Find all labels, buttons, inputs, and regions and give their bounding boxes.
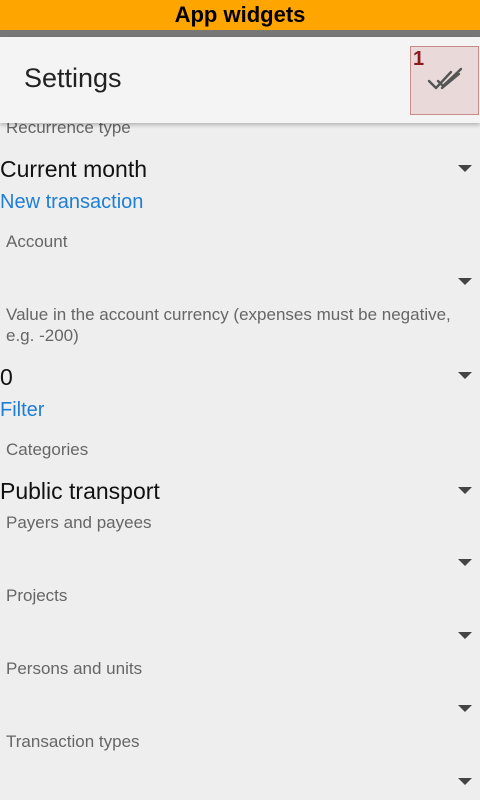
account-dropdown[interactable] [0,265,440,295]
recurrence-type-dropdown[interactable]: Current month [0,156,147,183]
categories-label: Categories [6,440,89,459]
payers-and-payees-chevron-down-icon[interactable] [458,559,472,566]
app-title-bar: App widgets [0,0,480,30]
projects-chevron-down-icon[interactable] [458,632,472,639]
new-transaction-section-header: New transaction [0,191,144,213]
recurrence-type-chevron-down-icon[interactable] [458,165,472,172]
value-in-currency-label: Value in the account currency (expenses … [6,305,451,345]
account-label: Account [6,232,68,251]
projects-dropdown[interactable] [0,619,440,649]
value-in-currency-chevron-down-icon[interactable] [458,372,472,379]
title-bar-divider [0,30,480,37]
filter-section-header: Filter [0,399,45,421]
persons-and-units-label: Persons and units [6,659,143,678]
double-check-icon [427,67,463,90]
app-title: App widgets [174,2,306,27]
payers-and-payees-dropdown[interactable] [0,546,440,576]
persons-and-units-chevron-down-icon[interactable] [458,705,472,712]
value-in-currency-dropdown[interactable]: 0 [0,364,13,391]
projects-label: Projects [6,586,68,605]
confirm-button[interactable]: 1 [410,46,479,115]
transaction-types-dropdown[interactable] [0,765,440,795]
page-title: Settings [24,63,122,93]
transaction-types-chevron-down-icon[interactable] [458,778,472,785]
transaction-types-label: Transaction types [6,732,140,751]
categories-dropdown[interactable]: Public transport [0,478,160,505]
payers-and-payees-label: Payers and payees [6,513,152,532]
settings-app-bar: Settings 1 [0,37,480,123]
confirm-badge: 1 [413,48,425,70]
account-chevron-down-icon[interactable] [458,278,472,285]
persons-and-units-dropdown[interactable] [0,692,440,722]
categories-chevron-down-icon[interactable] [458,487,472,494]
